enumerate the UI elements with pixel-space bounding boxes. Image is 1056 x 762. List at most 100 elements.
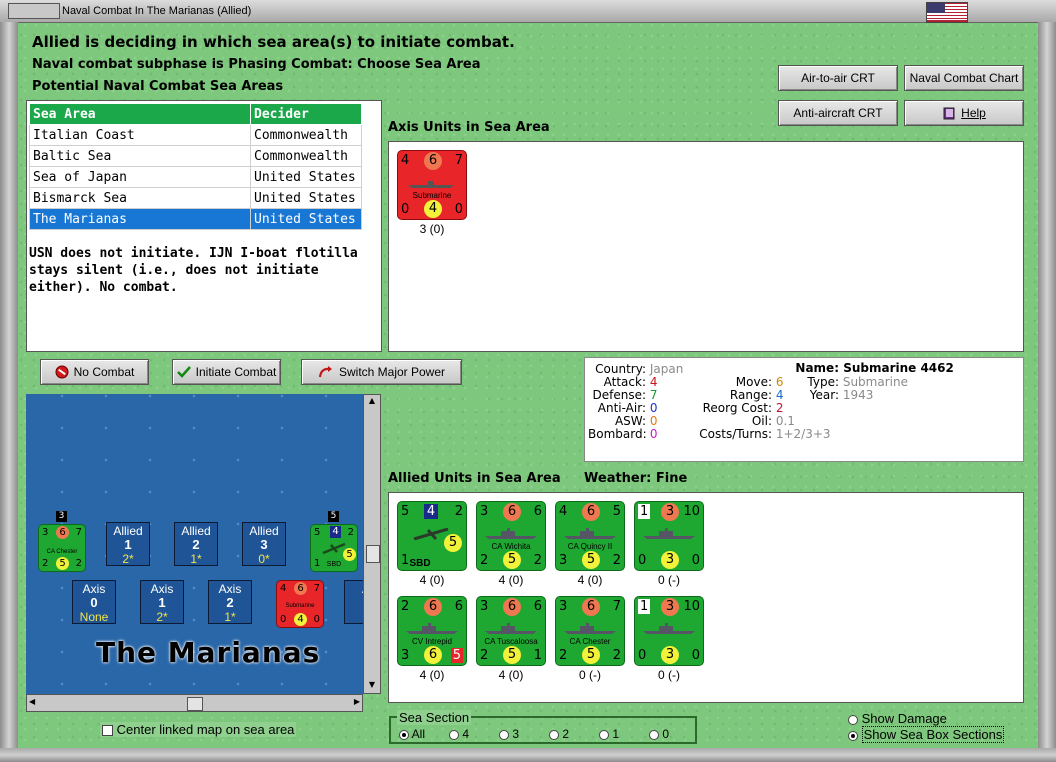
combat-decision-note: USN does not initiate. IJN I-boat flotil… xyxy=(29,246,358,295)
allied-units-title: Allied Units in Sea Area xyxy=(388,471,561,486)
defense-circle: 3 xyxy=(661,598,679,616)
vertical-scroll-thumb[interactable] xyxy=(366,545,380,563)
warship-icon xyxy=(643,528,695,539)
asw-value: 2 xyxy=(533,553,542,568)
show-sea-box-option[interactable]: Show Sea Box Sections xyxy=(848,726,1005,743)
table-row[interactable]: Sea of Japan United States xyxy=(29,166,362,188)
attack-value: 4 xyxy=(559,504,568,519)
window-frame-bottom xyxy=(0,748,1056,762)
allied-sea-box-3[interactable]: Allied 3 0* xyxy=(242,522,286,566)
weather-caption: Weather: xyxy=(584,471,652,486)
value-attack: 4 xyxy=(649,375,658,389)
range-circle: 3 xyxy=(661,551,679,569)
asw-value: 1 xyxy=(533,648,542,663)
allied-unit-counter[interactable]: 5 4 2 SBD 1 5 xyxy=(397,501,467,571)
move-value: 5 xyxy=(612,504,621,519)
axis-sea-box-partial[interactable]: A xyxy=(344,580,363,624)
section-radio-all[interactable]: All xyxy=(399,727,425,741)
map-vertical-scrollbar[interactable]: ▲ ▼ xyxy=(363,394,381,694)
move-value: 6 xyxy=(454,599,463,614)
stack-count-badge: 3 xyxy=(56,511,67,522)
section-radio-3[interactable]: 3 xyxy=(499,727,519,741)
unit-name: CA Chester xyxy=(46,549,78,555)
anti-aircraft-crt-button[interactable]: Anti-aircraft CRT xyxy=(778,100,898,126)
section-radio-1[interactable]: 1 xyxy=(599,727,619,741)
attack-value: 3 xyxy=(559,599,568,614)
scroll-right-arrow-icon[interactable]: ▶ xyxy=(354,697,360,706)
air-to-air-crt-button[interactable]: Air-to-air CRT xyxy=(778,65,898,91)
naval-combat-chart-button[interactable]: Naval Combat Chart xyxy=(904,65,1024,91)
unit-status-label: 4 (0) xyxy=(419,573,445,587)
unit-status-label: 3 (0) xyxy=(419,222,445,236)
naval-combat-window: Naval Combat In The Marianas (Allied) Al… xyxy=(0,0,1056,762)
allied-unit-counter[interactable]: 1 3 10 0 3 0 xyxy=(634,501,704,571)
unit-counter-submarine[interactable]: 4 6 7 Submarine 0 4 0 xyxy=(397,150,467,220)
scroll-up-arrow-icon[interactable]: ▲ xyxy=(366,396,378,408)
map-counter-ca-chester[interactable]: 3 6 7 CA Chester 2 5 2 xyxy=(38,524,86,572)
help-book-icon xyxy=(943,107,955,120)
status-line-1: Allied is deciding in which sea area(s) … xyxy=(32,33,515,51)
axis-sea-box-2[interactable]: Axis 2 1* xyxy=(208,580,252,624)
unit-status-label: 0 (-) xyxy=(658,668,680,682)
help-button[interactable]: Help xyxy=(904,100,1024,126)
aa-value: 0 xyxy=(638,648,647,663)
value-costs-turns: 1+2/3+3 xyxy=(775,427,831,441)
map-counter-submarine[interactable]: 4 6 7 Submarine 0 4 0 xyxy=(276,580,324,628)
allied-units-panel: 5 4 2 SBD 1 5 4 (0) 3 6 6 CA Wichita 2 5 2 4 (0) 4 6 5 CA … xyxy=(388,492,1024,703)
box-sub: 1* xyxy=(224,610,236,624)
fleet-count-value: 1 xyxy=(638,599,651,614)
box-sub: 1* xyxy=(190,552,202,566)
center-map-checkbox-row[interactable]: Center linked map on sea area xyxy=(100,722,297,737)
axis-sea-box-0[interactable]: Axis 0 None xyxy=(72,580,116,624)
window-frame-left xyxy=(0,22,18,748)
map-horizontal-scrollbar[interactable]: ◀ ▶ xyxy=(26,694,363,712)
allied-unit-counter[interactable]: 3 6 7 CA Chester 2 5 2 xyxy=(555,596,625,666)
box-sub: 2* xyxy=(156,610,168,624)
table-row[interactable]: Italian Coast Commonwealth xyxy=(29,124,362,146)
allied-unit-counter[interactable]: 3 6 6 CA Wichita 2 5 2 xyxy=(476,501,546,571)
unit-name: CA Chester xyxy=(569,637,611,646)
scroll-left-arrow-icon[interactable]: ◀ xyxy=(29,697,35,706)
move-value: 2 xyxy=(347,527,354,538)
allied-unit-counter[interactable]: 3 6 6 CA Tuscaloosa 2 5 1 xyxy=(476,596,546,666)
allied-unit-counter[interactable]: 2 6 6 CV Intrepid 3 6 5 xyxy=(397,596,467,666)
asw-value: 2 xyxy=(612,648,621,663)
sea-area-map[interactable]: 3 6 7 CA Chester 2 5 2 3 Allied 1 2* Allie… xyxy=(26,394,363,694)
allied-sea-box-1[interactable]: Allied 1 2* xyxy=(106,522,150,566)
no-combat-button[interactable]: No Combat xyxy=(40,359,149,385)
move-value: 7 xyxy=(313,583,320,594)
window-title: Naval Combat In The Marianas (Allied) xyxy=(62,5,252,17)
switch-major-power-button[interactable]: Switch Major Power xyxy=(301,359,462,385)
aa-value: 1 xyxy=(401,553,410,568)
horizontal-scroll-thumb[interactable] xyxy=(187,697,203,711)
allied-unit-counter[interactable]: 4 6 5 CA Quincy II 3 5 2 xyxy=(555,501,625,571)
section-radio-2[interactable]: 2 xyxy=(549,727,569,741)
center-map-checkbox[interactable] xyxy=(102,725,113,737)
allied-sea-box-2[interactable]: Allied 2 1* xyxy=(174,522,218,566)
warship-icon xyxy=(485,528,537,539)
table-row[interactable]: Bismarck Sea United States xyxy=(29,187,362,209)
section-radio-4[interactable]: 4 xyxy=(449,727,469,741)
move-value: 7 xyxy=(612,599,621,614)
scroll-down-arrow-icon[interactable]: ▼ xyxy=(366,680,378,692)
table-header-row: Sea Area Decider xyxy=(29,103,362,125)
label-oil: Oil: xyxy=(751,414,772,428)
initiate-combat-button[interactable]: Initiate Combat xyxy=(172,359,281,385)
allied-unit-counter[interactable]: 1 3 10 0 3 0 xyxy=(634,596,704,666)
section-radio-0[interactable]: 0 xyxy=(649,727,669,741)
defense-circle: 6 xyxy=(503,503,521,521)
show-damage-option[interactable]: Show Damage xyxy=(848,711,947,726)
table-row-selected[interactable]: The Marianas United States xyxy=(29,208,362,230)
box-sub: None xyxy=(79,610,109,624)
system-menu-button[interactable] xyxy=(8,3,60,19)
box-sub: 0* xyxy=(258,552,270,566)
map-counter-sbd[interactable]: 5 4 2 SBD 1 5 xyxy=(310,524,358,572)
sea-area-name: The Marianas xyxy=(96,636,321,669)
defense-circle: 6 xyxy=(503,598,521,616)
axis-sea-box-1[interactable]: Axis 1 2* xyxy=(140,580,184,624)
radio-label: All xyxy=(411,727,426,741)
asw-value: 2 xyxy=(612,553,621,568)
switch-arrow-icon xyxy=(318,366,332,378)
value-antiair: 0 xyxy=(649,401,658,415)
table-row[interactable]: Baltic Sea Commonwealth xyxy=(29,145,362,167)
